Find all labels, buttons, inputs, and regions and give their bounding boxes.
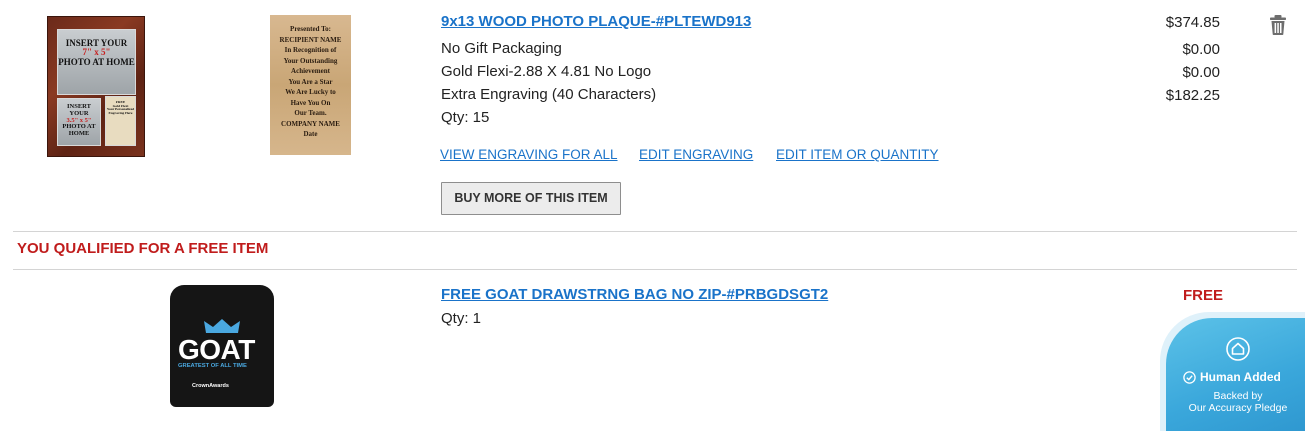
plaque-tag-text: Your Personalized Engraving Here xyxy=(106,107,135,116)
divider xyxy=(13,231,1297,232)
item-price: $374.85 xyxy=(1165,14,1220,31)
plaque-slot-text: PHOTO AT HOME xyxy=(58,56,135,67)
badge-line1: Backed by xyxy=(1213,390,1263,402)
trash-icon[interactable] xyxy=(1268,14,1288,36)
engraving-line: Date xyxy=(303,130,318,138)
product-title-link[interactable]: 9x13 WOOD PHOTO PLAQUE-#PLTEWD913 xyxy=(441,13,751,30)
shield-house-icon xyxy=(1226,337,1250,361)
engraving-line: Presented To: xyxy=(290,25,331,33)
badge-title: Human Added xyxy=(1200,370,1281,384)
option-gift-packaging: No Gift Packaging xyxy=(441,40,562,57)
free-item-price: FREE xyxy=(1183,287,1224,304)
option-price-flexi: $0.00 xyxy=(1182,64,1220,81)
free-item-image[interactable]: GOAT GREATEST OF ALL TIME CrownAwards xyxy=(170,285,274,407)
view-engraving-link[interactable]: VIEW ENGRAVING FOR ALL xyxy=(440,147,618,162)
edit-item-link[interactable]: EDIT ITEM OR QUANTITY xyxy=(776,147,939,162)
accuracy-pledge-badge[interactable]: Human Added Backed by Our Accuracy Pledg… xyxy=(1166,318,1305,431)
plaque-photo-slot-large: INSERT YOUR 7" x 5" PHOTO AT HOME xyxy=(57,29,136,95)
plaque-slot-text: PHOTO AT HOME xyxy=(62,123,96,138)
edit-engraving-link[interactable]: EDIT ENGRAVING xyxy=(639,147,753,162)
crown-icon xyxy=(204,319,240,333)
divider xyxy=(13,269,1297,270)
engraving-line: We Are Lucky to xyxy=(285,88,336,96)
engraving-line: Have You On xyxy=(290,98,331,107)
bag-subtitle: GREATEST OF ALL TIME xyxy=(178,363,247,369)
engraving-line: In Recognition of xyxy=(284,46,337,54)
plaque-slot-text: INSERT YOUR xyxy=(67,103,91,117)
free-item-promo: YOU QUALIFIED FOR A FREE ITEM xyxy=(17,240,269,257)
item-quantity: Qty: 15 xyxy=(441,109,490,126)
free-item-title-link[interactable]: FREE GOAT DRAWSTRNG BAG NO ZIP-#PRBGDSGT… xyxy=(441,286,828,303)
option-flexi: Gold Flexi-2.88 X 4.81 No Logo xyxy=(441,63,652,80)
free-item-quantity: Qty: 1 xyxy=(441,310,482,327)
option-extra-engraving: Extra Engraving (40 Characters) xyxy=(441,86,657,103)
engraving-line: Our Team. xyxy=(294,109,327,117)
option-price-engraving: $182.25 xyxy=(1165,87,1220,104)
engraving-line: Your Outstanding xyxy=(283,56,338,65)
engraving-line: Achievement xyxy=(291,67,330,75)
engraving-line: RECIPIENT NAME xyxy=(279,35,342,44)
engraving-preview-image[interactable]: Presented To: RECIPIENT NAME In Recognitio… xyxy=(270,15,351,155)
plaque-photo-slot-small: INSERT YOUR 3.5" x 5" PHOTO AT HOME xyxy=(57,98,101,146)
plaque-engraving-tag: FREE Gold Flexi Your Personalized Engrav… xyxy=(105,96,136,146)
option-price-gift: $0.00 xyxy=(1182,41,1220,58)
buy-more-button[interactable]: BUY MORE OF THIS ITEM xyxy=(441,182,621,215)
bag-goat-text: GOAT xyxy=(178,334,255,365)
badge-line2: Our Accuracy Pledge xyxy=(1188,402,1288,414)
engraving-line: You Are a Star xyxy=(288,77,333,86)
product-image-plaque[interactable]: INSERT YOUR 7" x 5" PHOTO AT HOME INSERT… xyxy=(47,16,145,157)
engraving-line: COMPANY NAME xyxy=(281,119,340,128)
delete-item-button[interactable] xyxy=(1268,14,1288,36)
check-circle-icon xyxy=(1183,371,1196,384)
bag-brand: CrownAwards xyxy=(192,383,229,389)
